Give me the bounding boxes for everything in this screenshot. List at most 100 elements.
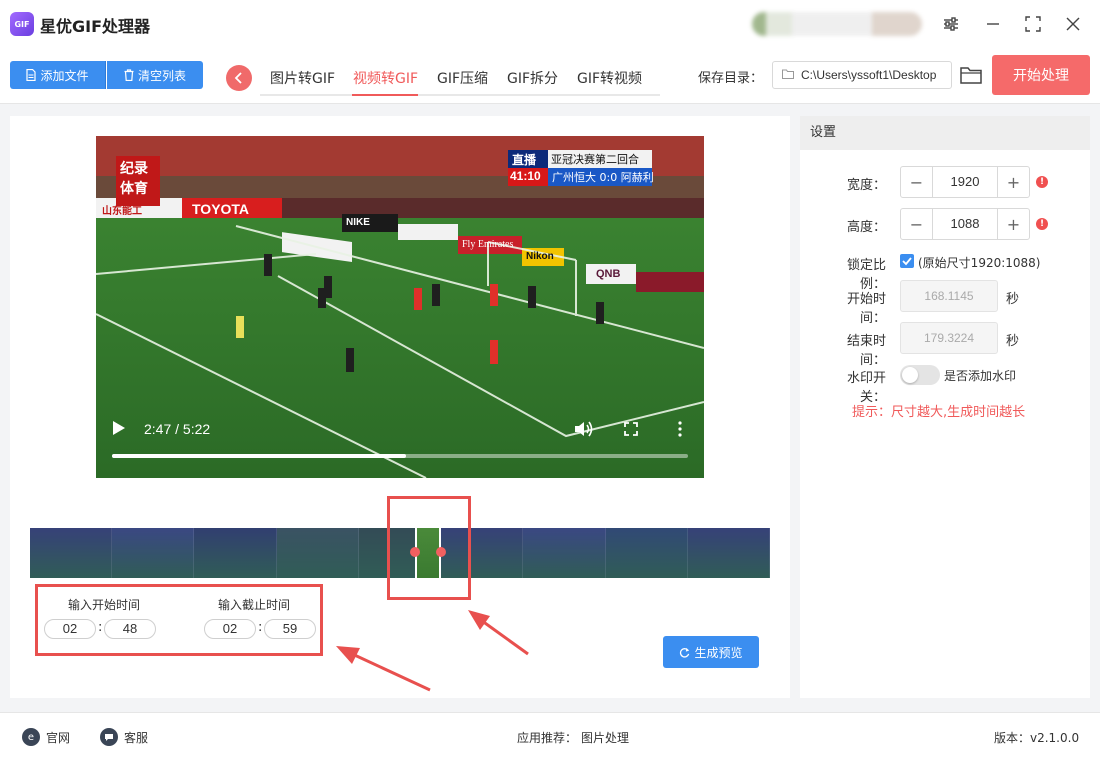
- settings-panel: 设置 宽度： − 1920 + ! 高度： − 1088 + ! 锁定比例： (…: [800, 116, 1090, 698]
- lock-ratio-checkbox[interactable]: [900, 254, 914, 268]
- start-time-colon: :: [98, 620, 103, 635]
- more-options-icon[interactable]: [674, 421, 686, 437]
- match-score: 广州恒大 0:0 阿赫利: [552, 171, 654, 184]
- minimize-icon[interactable]: [980, 11, 1006, 37]
- video-time: 2:47 / 5:22: [144, 421, 211, 437]
- save-path-field[interactable]: C:\Users\yssoft1\Desktop: [772, 61, 952, 89]
- tab-gif-split[interactable]: GIF拆分: [507, 68, 558, 88]
- height-increase-button[interactable]: +: [997, 209, 1029, 239]
- start-time-unit: 秒: [1006, 292, 1020, 307]
- match-title: 亚冠决赛第二回合: [551, 153, 639, 166]
- folder-outline-icon: [782, 69, 794, 79]
- app-title: 星优GIF处理器: [40, 17, 151, 36]
- start-time-setting-label: 开始时间：: [846, 292, 886, 326]
- open-folder-icon[interactable]: [960, 65, 982, 85]
- refresh-icon: [680, 647, 690, 658]
- volume-icon[interactable]: [574, 420, 594, 438]
- add-file-label: 添加文件: [40, 68, 89, 83]
- width-decrease-button[interactable]: −: [901, 167, 933, 197]
- end-time-label: 输入截止时间: [218, 598, 291, 612]
- recommend-label: 应用推荐：: [517, 731, 578, 745]
- original-size-text: (原始尺寸1920:1088): [918, 256, 1041, 270]
- end-time-readonly: 179.3224: [900, 322, 998, 354]
- width-value[interactable]: 1920: [933, 167, 997, 197]
- watermark-label: 水印开关：: [846, 371, 886, 405]
- video-progress-bar[interactable]: [112, 454, 688, 458]
- start-time-label: 输入开始时间: [68, 598, 141, 612]
- video-player[interactable]: 纪录 体育 直播 亚冠决赛第二回合 41:10 广州恒大 0:0 阿赫利 山东能…: [96, 136, 704, 478]
- website-link[interactable]: 官网: [46, 729, 70, 746]
- website-e-icon[interactable]: e: [22, 728, 40, 746]
- active-tab-indicator: [352, 94, 418, 96]
- width-increase-button[interactable]: +: [997, 167, 1029, 197]
- video-progress-fill: [112, 454, 406, 458]
- title-bar: GIF 星优GIF处理器: [0, 0, 1100, 48]
- user-account-area[interactable]: [752, 12, 922, 36]
- trash-icon: [124, 69, 134, 81]
- ad-nissin: 山东能工: [102, 206, 142, 217]
- height-label: 高度：: [846, 220, 886, 235]
- clear-list-label: 清空列表: [137, 68, 186, 83]
- width-label: 宽度：: [846, 178, 886, 193]
- save-dir-label: 保存目录：: [698, 71, 764, 86]
- settings-sliders-icon[interactable]: [938, 11, 964, 37]
- end-time-unit: 秒: [1006, 334, 1020, 349]
- height-warning-icon[interactable]: !: [1036, 218, 1048, 230]
- main-panel: 纪录 体育 直播 亚冠决赛第二回合 41:10 广州恒大 0:0 阿赫利 山东能…: [10, 116, 790, 698]
- status-bar: e 官网 客服 应用推荐： 图片处理 版本：v2.1.0.0: [0, 712, 1100, 760]
- end-minute-input[interactable]: 02: [204, 619, 256, 639]
- width-stepper[interactable]: − 1920 +: [900, 166, 1030, 198]
- tab-video-to-gif[interactable]: 视频转GIF: [353, 68, 418, 88]
- chat-bubble-icon[interactable]: [100, 728, 118, 746]
- broadcaster-logo-top: 纪录: [120, 161, 148, 177]
- add-file-button[interactable]: 添加文件: [10, 61, 106, 89]
- lock-ratio-label: 锁定比例：: [846, 258, 886, 292]
- match-clock: 41:10: [510, 169, 541, 183]
- width-warning-icon[interactable]: !: [1036, 176, 1048, 188]
- start-second-input[interactable]: 48: [104, 619, 156, 639]
- function-tabs: 图片转GIF 视频转GIF GIF压缩 GIF拆分 GIF转视频: [260, 62, 660, 96]
- tab-gif-compress[interactable]: GIF压缩: [437, 68, 488, 88]
- start-minute-input[interactable]: 02: [44, 619, 96, 639]
- highlight-box-selection: [387, 496, 471, 600]
- end-time-colon: :: [258, 620, 263, 635]
- support-link[interactable]: 客服: [124, 729, 148, 746]
- watermark-toggle-knob: [902, 367, 918, 383]
- ad-toyota: TOYOTA: [192, 201, 250, 217]
- play-icon[interactable]: [112, 420, 126, 436]
- watermark-toggle-text: 是否添加水印: [944, 369, 1017, 383]
- version-text: 版本：v2.1.0.0: [994, 731, 1080, 745]
- maximize-icon[interactable]: [1020, 11, 1046, 37]
- broadcaster-logo-bottom: 体育: [120, 181, 148, 197]
- check-icon: [902, 257, 912, 266]
- tab-image-to-gif[interactable]: 图片转GIF: [270, 68, 335, 88]
- filmstrip-unselected-right: [440, 528, 770, 578]
- app-logo-icon: GIF: [10, 12, 34, 36]
- filmstrip-unselected-left: [30, 528, 415, 578]
- generate-preview-button[interactable]: 生成预览: [663, 636, 759, 668]
- watermark-toggle[interactable]: [900, 365, 940, 385]
- recommend-image-app-link[interactable]: 图片处理: [581, 729, 629, 746]
- back-chevron-icon[interactable]: [226, 65, 252, 91]
- clear-list-button[interactable]: 清空列表: [107, 61, 203, 89]
- ad-qnb: QNB: [596, 268, 621, 280]
- height-stepper[interactable]: − 1088 +: [900, 208, 1030, 240]
- live-tag: 直播: [512, 153, 537, 167]
- ad-fly-emirates: Fly Emirates: [462, 239, 514, 250]
- ad-nikon: Nikon: [526, 251, 554, 262]
- toolbar: 添加文件 清空列表 图片转GIF 视频转GIF GIF压缩 GIF拆分 GIF转…: [0, 48, 1100, 104]
- tab-gif-to-video[interactable]: GIF转视频: [577, 68, 642, 88]
- generate-preview-label: 生成预览: [694, 645, 743, 660]
- start-time-readonly: 168.1145: [900, 280, 998, 312]
- height-value[interactable]: 1088: [933, 209, 997, 239]
- height-decrease-button[interactable]: −: [901, 209, 933, 239]
- settings-title: 设置: [800, 116, 1090, 150]
- end-second-input[interactable]: 59: [264, 619, 316, 639]
- fullscreen-icon[interactable]: [624, 422, 638, 436]
- file-icon: [26, 69, 37, 81]
- close-icon[interactable]: [1060, 11, 1086, 37]
- end-time-setting-label: 结束时间：: [846, 334, 886, 368]
- start-process-button[interactable]: 开始处理: [992, 55, 1090, 95]
- ad-nike: NIKE: [346, 217, 370, 228]
- size-tip: 提示：尺寸越大,生成时间越长: [852, 405, 1026, 420]
